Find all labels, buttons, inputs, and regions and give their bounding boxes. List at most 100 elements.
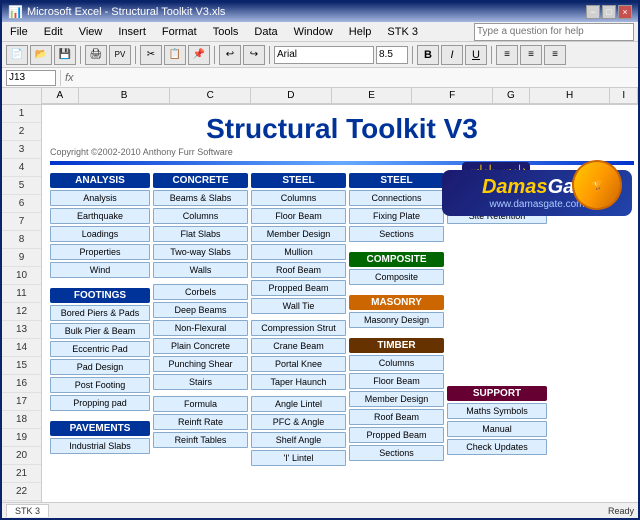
analysis-item-earthquake[interactable]: Earthquake [50, 208, 150, 224]
steel-item-walltie[interactable]: Wall Tie [251, 298, 346, 314]
menu-data[interactable]: Data [250, 25, 281, 39]
steel-item-cranebeam[interactable]: Crane Beam [251, 338, 346, 354]
footings-item-pad[interactable]: Pad Design [50, 359, 150, 375]
steel-item-ilintel[interactable]: 'I' Lintel [251, 450, 346, 466]
menu-window[interactable]: Window [290, 25, 337, 39]
concrete-item-stairs[interactable]: Stairs [153, 374, 248, 390]
concrete-item-corbels[interactable]: Corbels [153, 284, 248, 300]
steel-item-shelfangle[interactable]: Shelf Angle [251, 432, 346, 448]
timber-item-columns[interactable]: Columns [349, 355, 444, 371]
steel-item-memberdesign[interactable]: Member Design [251, 226, 346, 242]
print-preview-button[interactable]: PV [109, 45, 131, 65]
steel-item-portalknee[interactable]: Portal Knee [251, 356, 346, 372]
col-header-f[interactable]: F [412, 88, 493, 104]
col-header-g[interactable]: G [493, 88, 530, 104]
concrete-item-walls[interactable]: Walls [153, 262, 248, 278]
steel2-item-connections[interactable]: Connections [349, 190, 444, 206]
timber-item-proppedbeam[interactable]: Propped Beam [349, 427, 444, 443]
help-search[interactable] [474, 23, 634, 41]
undo-button[interactable]: ↩ [219, 45, 241, 65]
align-center-button[interactable]: ≡ [520, 45, 542, 65]
col-header-c[interactable]: C [170, 88, 251, 104]
menu-file[interactable]: File [6, 25, 32, 39]
col-header-i[interactable]: I [610, 88, 638, 104]
cell-reference[interactable] [6, 70, 56, 86]
analysis-item-loadings[interactable]: Loadings [50, 226, 150, 242]
print-button[interactable]: 🖨 [85, 45, 107, 65]
concrete-item-nonflexural[interactable]: Non-Flexural [153, 320, 248, 336]
steel-item-mullion[interactable]: Mullion [251, 244, 346, 260]
menu-help[interactable]: Help [345, 25, 376, 39]
composite-item[interactable]: Composite [349, 269, 444, 285]
underline-button[interactable]: U [465, 45, 487, 65]
font-selector[interactable] [274, 46, 374, 64]
concrete-item-deep[interactable]: Deep Beams [153, 302, 248, 318]
menu-stk3[interactable]: STK 3 [383, 25, 422, 39]
footings-item-propping[interactable]: Propping pad [50, 395, 150, 411]
col-header-e[interactable]: E [332, 88, 413, 104]
steel-item-roofbeam[interactable]: Roof Beam [251, 262, 346, 278]
redo-button[interactable]: ↪ [243, 45, 265, 65]
bold-button[interactable]: B [417, 45, 439, 65]
menu-edit[interactable]: Edit [40, 25, 67, 39]
analysis-item-wind[interactable]: Wind [50, 262, 150, 278]
concrete-item-punching[interactable]: Punching Shear [153, 356, 248, 372]
support-item-checkupdates[interactable]: Check Updates [447, 439, 547, 455]
steel-item-proppedbeam[interactable]: Propped Beam [251, 280, 346, 296]
open-button[interactable]: 📂 [30, 45, 52, 65]
col-header-b[interactable]: B [79, 88, 171, 104]
maximize-button[interactable]: □ [602, 5, 616, 19]
steel-item-floorbeam[interactable]: Floor Beam [251, 208, 346, 224]
cut-button[interactable]: ✂ [140, 45, 162, 65]
concrete-item-plain[interactable]: Plain Concrete [153, 338, 248, 354]
copy-button[interactable]: 📋 [164, 45, 186, 65]
menu-view[interactable]: View [75, 25, 107, 39]
paste-button[interactable]: 📌 [188, 45, 210, 65]
col-header-a[interactable]: A [42, 88, 79, 104]
steel2-item-sections[interactable]: Sections [349, 226, 444, 242]
sheet-tab[interactable]: STK 3 [6, 504, 49, 517]
concrete-item-twoway[interactable]: Two-way Slabs [153, 244, 248, 260]
pavements-item-industrial[interactable]: Industrial Slabs [50, 438, 150, 454]
formula-input[interactable] [78, 70, 634, 86]
timber-item-sections[interactable]: Sections [349, 445, 444, 461]
steel-item-compstrut[interactable]: Compression Strut [251, 320, 346, 336]
align-left-button[interactable]: ≡ [496, 45, 518, 65]
concrete-item-formula[interactable]: Formula [153, 396, 248, 412]
concrete-item-columns[interactable]: Columns [153, 208, 248, 224]
analysis-item-analysis[interactable]: Analysis [50, 190, 150, 206]
menu-format[interactable]: Format [158, 25, 201, 39]
steel2-item-fixingplate[interactable]: Fixing Plate [349, 208, 444, 224]
steel-item-anglelintel[interactable]: Angle Lintel [251, 396, 346, 412]
footings-item-bulk[interactable]: Bulk Pier & Beam [50, 323, 150, 339]
steel-item-pfcangle[interactable]: PFC & Angle [251, 414, 346, 430]
save-button[interactable]: 💾 [54, 45, 76, 65]
close-button[interactable]: × [618, 5, 632, 19]
masonry-item[interactable]: Masonry Design [349, 312, 444, 328]
timber-item-memberdesign[interactable]: Member Design [349, 391, 444, 407]
menu-tools[interactable]: Tools [209, 25, 243, 39]
align-right-button[interactable]: ≡ [544, 45, 566, 65]
support-item-manual[interactable]: Manual [447, 421, 547, 437]
timber-item-roofbeam[interactable]: Roof Beam [349, 409, 444, 425]
concrete-item-beams[interactable]: Beams & Slabs [153, 190, 248, 206]
steel-item-taperhaunch[interactable]: Taper Haunch [251, 374, 346, 390]
steel-item-columns[interactable]: Columns [251, 190, 346, 206]
footings-item-bored[interactable]: Bored Piers & Pads [50, 305, 150, 321]
concrete-item-flat[interactable]: Flat Slabs [153, 226, 248, 242]
support-header: SUPPORT [447, 386, 547, 401]
new-button[interactable]: 📄 [6, 45, 28, 65]
footings-item-post[interactable]: Post Footing [50, 377, 150, 393]
support-item-maths[interactable]: Maths Symbols [447, 403, 547, 419]
col-header-d[interactable]: D [251, 88, 332, 104]
col-header-h[interactable]: H [530, 88, 611, 104]
minimize-button[interactable]: − [586, 5, 600, 19]
analysis-item-properties[interactable]: Properties [50, 244, 150, 260]
concrete-item-reinfttables[interactable]: Reinft Tables [153, 432, 248, 448]
italic-button[interactable]: I [441, 45, 463, 65]
concrete-item-reinftrate[interactable]: Reinft Rate [153, 414, 248, 430]
font-size[interactable] [376, 46, 408, 64]
footings-item-eccentric[interactable]: Eccentric Pad [50, 341, 150, 357]
menu-insert[interactable]: Insert [114, 25, 150, 39]
timber-item-floorbeam[interactable]: Floor Beam [349, 373, 444, 389]
